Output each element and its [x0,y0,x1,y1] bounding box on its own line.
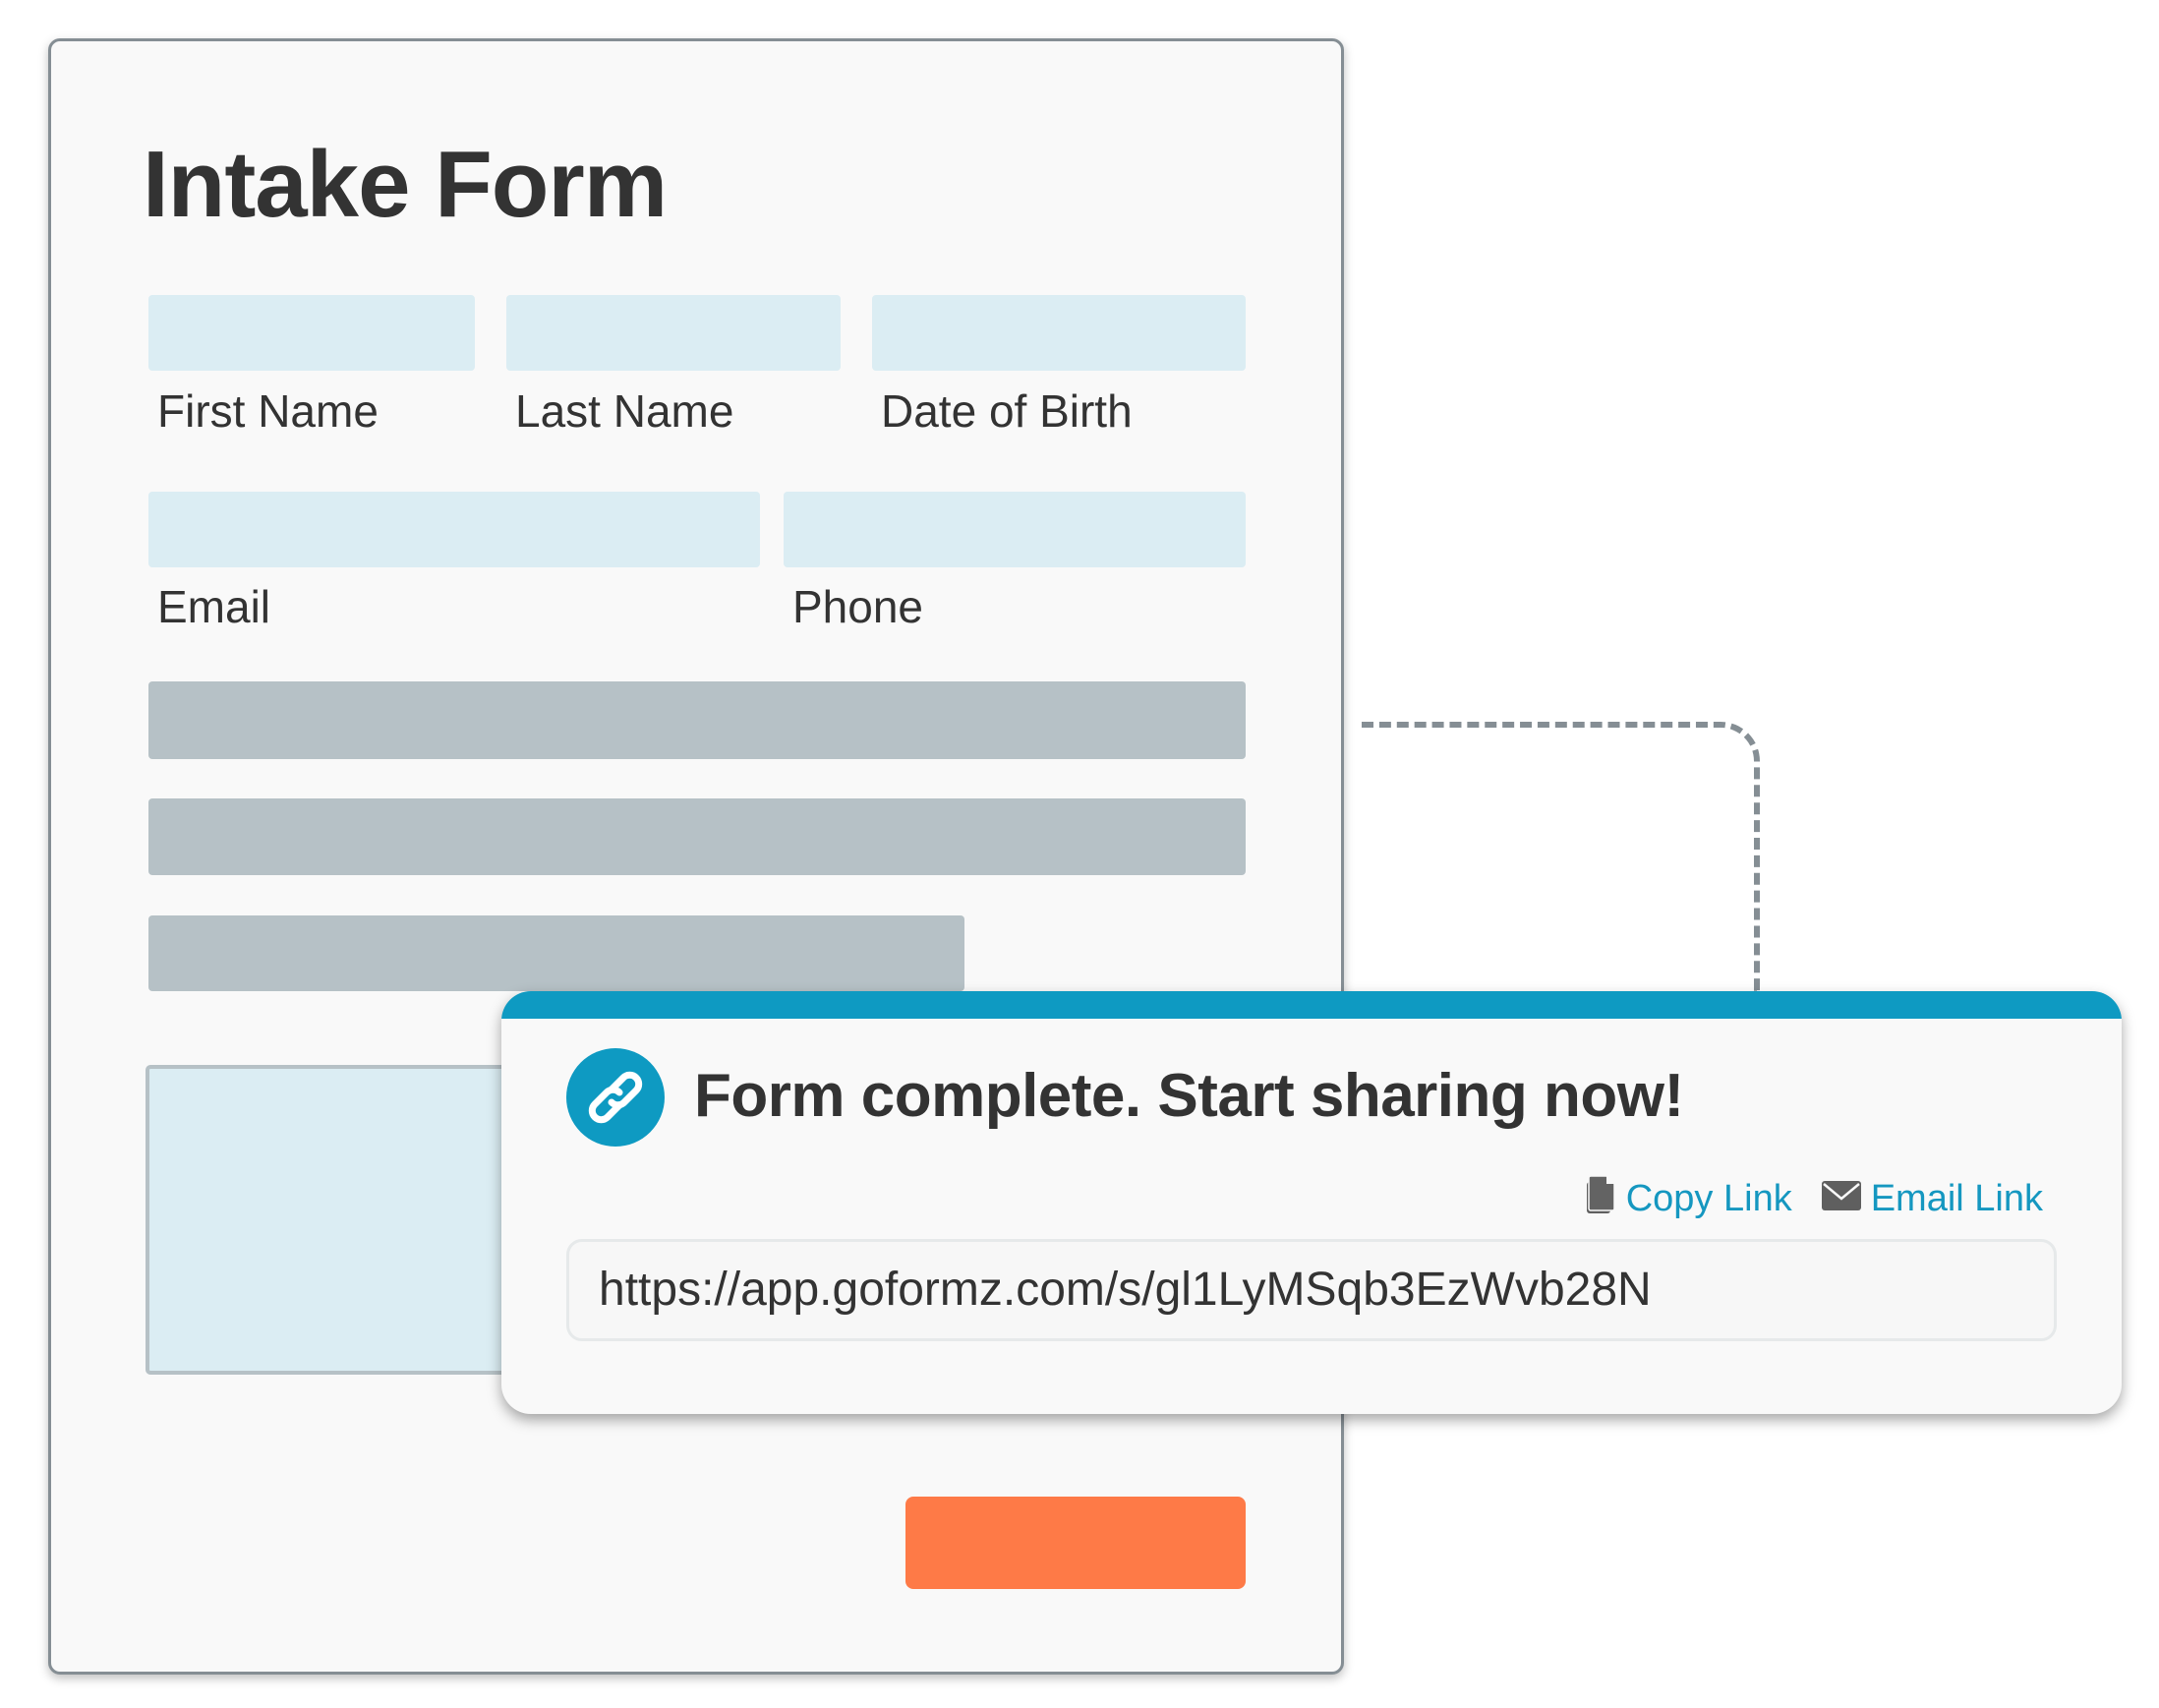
last-name-label: Last Name [515,385,734,437]
envelope-icon [1821,1180,1861,1217]
share-url-field[interactable]: https://app.goformz.com/s/gl1LyMSqb3EzWv… [566,1239,2057,1341]
submit-button[interactable] [905,1497,1246,1589]
placeholder-bar [148,798,1246,875]
placeholder-bar [148,915,964,991]
copy-link-button[interactable]: Copy Link [1586,1175,1792,1220]
placeholder-bar [148,681,1246,759]
date-of-birth-input[interactable] [872,295,1246,371]
phone-label: Phone [792,581,924,632]
first-name-label: First Name [157,385,379,437]
share-actions: Copy Link Email Link [1586,1175,2043,1220]
form-title: Intake Form [143,132,668,237]
share-popup: Form complete. Start sharing now! Copy L… [501,991,2122,1414]
dashed-connector [1362,722,1760,997]
email-link-button[interactable]: Email Link [1821,1177,2043,1219]
email-label: Email [157,581,271,632]
last-name-input[interactable] [506,295,841,371]
copy-document-icon [1586,1175,1616,1220]
copy-link-label: Copy Link [1625,1177,1792,1219]
phone-input[interactable] [784,492,1246,567]
popup-title: Form complete. Start sharing now! [694,1062,1684,1130]
link-icon [566,1048,665,1147]
date-of-birth-label: Date of Birth [881,385,1133,437]
popup-accent-bar [501,991,2122,1019]
email-input[interactable] [148,492,760,567]
first-name-input[interactable] [148,295,475,371]
email-link-label: Email Link [1870,1177,2043,1219]
